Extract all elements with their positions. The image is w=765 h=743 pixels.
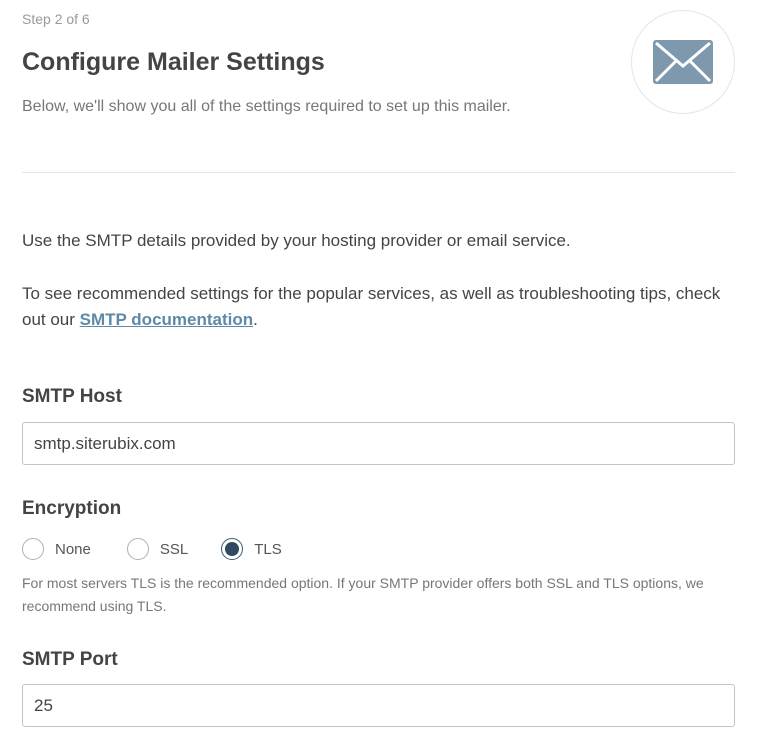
envelope-icon	[653, 40, 713, 84]
encryption-radio-group: None SSL TLS	[22, 537, 282, 561]
radio-ssl[interactable]	[126, 538, 149, 560]
mailer-badge	[631, 10, 735, 114]
section-divider	[22, 172, 735, 173]
radio-none[interactable]	[22, 538, 44, 560]
page-subtitle: Below, we'll show you all of the setting…	[22, 98, 511, 115]
intro-text: Use the SMTP details provided by your ho…	[22, 231, 571, 250]
docs-text-suffix: .	[253, 310, 258, 329]
radio-tls-label: TLS	[254, 540, 282, 558]
smtp-host-input[interactable]	[22, 422, 735, 465]
page-title: Configure Mailer Settings	[22, 48, 325, 76]
step-indicator: Step 2 of 6	[22, 11, 90, 27]
smtp-port-label: SMTP Port	[22, 649, 118, 670]
encryption-option-none[interactable]: None	[22, 538, 91, 560]
encryption-hint: For most servers TLS is the recommended …	[22, 575, 704, 614]
radio-none-label: None	[55, 540, 91, 558]
smtp-host-label: SMTP Host	[22, 386, 122, 407]
encryption-option-ssl[interactable]: SSL	[126, 538, 189, 560]
smtp-documentation-link[interactable]: SMTP documentation	[80, 310, 253, 329]
encryption-option-tls[interactable]: TLS	[221, 538, 282, 560]
docs-text: To see recommended settings for the popu…	[22, 281, 742, 333]
radio-ssl-label: SSL	[159, 540, 189, 558]
encryption-label: Encryption	[22, 498, 122, 519]
radio-tls[interactable]	[221, 538, 244, 560]
smtp-port-input[interactable]	[22, 684, 735, 727]
